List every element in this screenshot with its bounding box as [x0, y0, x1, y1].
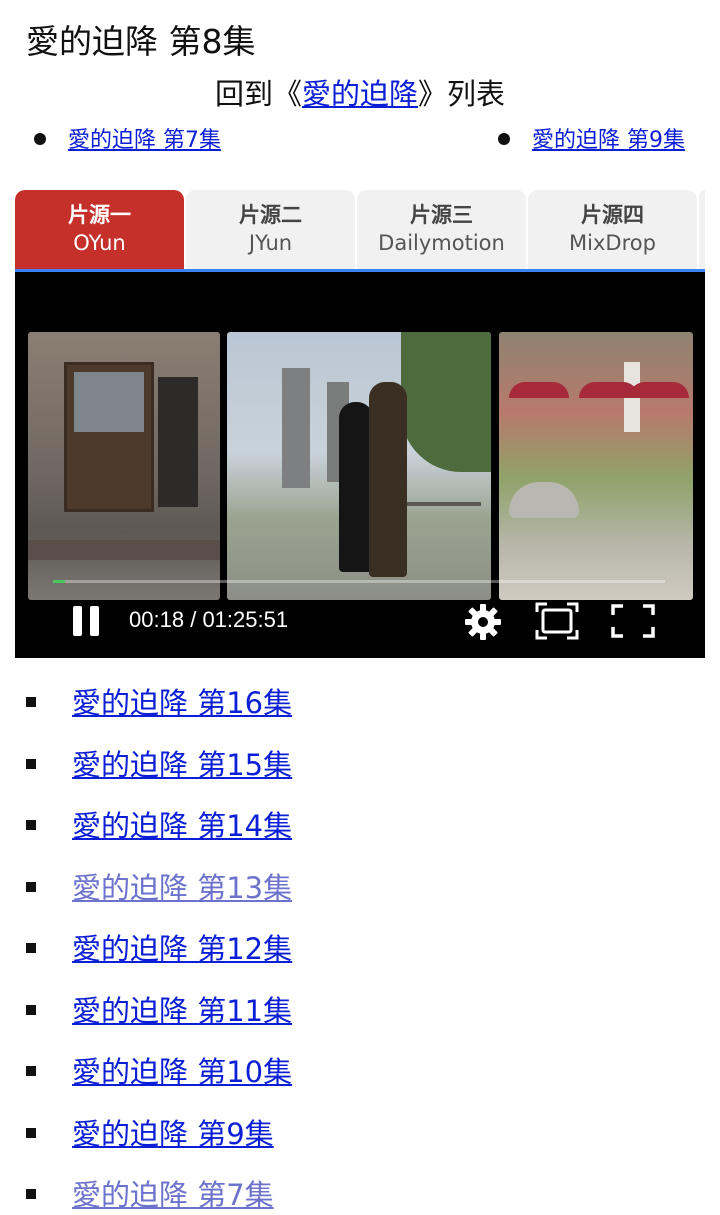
- episode-link[interactable]: 愛的迫降 第15集: [72, 748, 292, 782]
- list-item: 愛的迫降 第10集: [26, 1042, 292, 1104]
- list-item: 愛的迫降 第11集: [26, 981, 292, 1043]
- episode-link[interactable]: 愛的迫降 第13集: [72, 871, 292, 905]
- episode-list: 愛的迫降 第16集 愛的迫降 第15集 愛的迫降 第14集 愛的迫降 第13集 …: [26, 673, 292, 1215]
- next-episode: 愛的迫降 第9集: [498, 124, 685, 158]
- tab-source: OYun: [73, 231, 126, 255]
- list-item: 愛的迫降 第14集: [26, 796, 292, 858]
- episode-link[interactable]: 愛的迫降 第16集: [72, 686, 292, 720]
- bullet-icon: [26, 943, 36, 953]
- tab-source-1[interactable]: 片源一 OYun: [15, 190, 184, 269]
- pause-icon[interactable]: [73, 606, 101, 636]
- tab-label: 片源二: [239, 203, 302, 227]
- back-suffix: 》列表: [418, 77, 506, 111]
- fullscreen-icon[interactable]: [611, 604, 655, 638]
- bullet-icon: [26, 697, 36, 707]
- episode-link[interactable]: 愛的迫降 第7集: [72, 1178, 274, 1212]
- list-item: 愛的迫降 第9集: [26, 1104, 292, 1166]
- cast-icon[interactable]: [535, 602, 579, 640]
- tab-overflow[interactable]: [699, 190, 705, 269]
- tab-label: 片源三: [410, 203, 473, 227]
- tab-source-4[interactable]: 片源四 MixDrop: [528, 190, 697, 269]
- list-item: 愛的迫降 第7集: [26, 1165, 292, 1215]
- bullet-icon: [26, 1127, 36, 1138]
- list-item: 愛的迫降 第13集: [26, 858, 292, 920]
- video-frame-left: [28, 332, 220, 600]
- episode-link[interactable]: 愛的迫降 第11集: [72, 994, 292, 1028]
- source-tabs: 片源一 OYun 片源二 JYun 片源三 Dailymotion 片源四 Mi…: [15, 190, 705, 272]
- bullet-icon: [26, 820, 36, 830]
- time-display: 00:18 / 01:25:51: [129, 604, 288, 636]
- back-to-list: 回到《愛的迫降》列表: [0, 74, 720, 114]
- episode-link[interactable]: 愛的迫降 第12集: [72, 932, 292, 966]
- list-item: 愛的迫降 第15集: [26, 735, 292, 797]
- tab-source-2[interactable]: 片源二 JYun: [186, 190, 355, 269]
- back-prefix: 回到《: [214, 77, 302, 111]
- prev-episode: 愛的迫降 第7集: [34, 124, 221, 158]
- episode-link[interactable]: 愛的迫降 第9集: [72, 1117, 274, 1151]
- bullet-icon: [34, 133, 46, 145]
- progress-bar[interactable]: [53, 580, 665, 583]
- episode-link[interactable]: 愛的迫降 第10集: [72, 1055, 292, 1089]
- bullet-icon: [26, 758, 36, 769]
- tab-label: 片源四: [581, 203, 644, 227]
- bullet-icon: [26, 1189, 36, 1199]
- list-item: 愛的迫降 第12集: [26, 919, 292, 981]
- list-item: 愛的迫降 第16集: [26, 673, 292, 735]
- prev-episode-link[interactable]: 愛的迫降 第7集: [68, 128, 221, 153]
- time-separator: /: [190, 607, 197, 632]
- video-frame-center: [227, 332, 491, 600]
- tab-label: 片源一: [68, 203, 131, 227]
- video-frame-right: [499, 332, 693, 600]
- duration: 01:25:51: [202, 607, 289, 632]
- next-episode-link[interactable]: 愛的迫降 第9集: [532, 128, 685, 153]
- bullet-icon: [26, 881, 36, 892]
- page-title: 愛的迫降 第8集: [26, 22, 256, 61]
- progress-fill: [53, 580, 66, 583]
- bullet-icon: [26, 1066, 36, 1076]
- current-time: 00:18: [129, 607, 185, 632]
- tab-source: Dailymotion: [378, 231, 505, 255]
- gear-icon[interactable]: [463, 602, 503, 642]
- bullet-icon: [498, 133, 510, 145]
- tab-source: MixDrop: [569, 231, 656, 255]
- episode-link[interactable]: 愛的迫降 第14集: [72, 809, 292, 843]
- video-player[interactable]: 00:18 / 01:25:51: [15, 272, 705, 658]
- bullet-icon: [26, 1004, 36, 1015]
- series-list-link[interactable]: 愛的迫降: [302, 77, 418, 111]
- tab-source-3[interactable]: 片源三 Dailymotion: [357, 190, 526, 269]
- tab-source: JYun: [248, 231, 293, 255]
